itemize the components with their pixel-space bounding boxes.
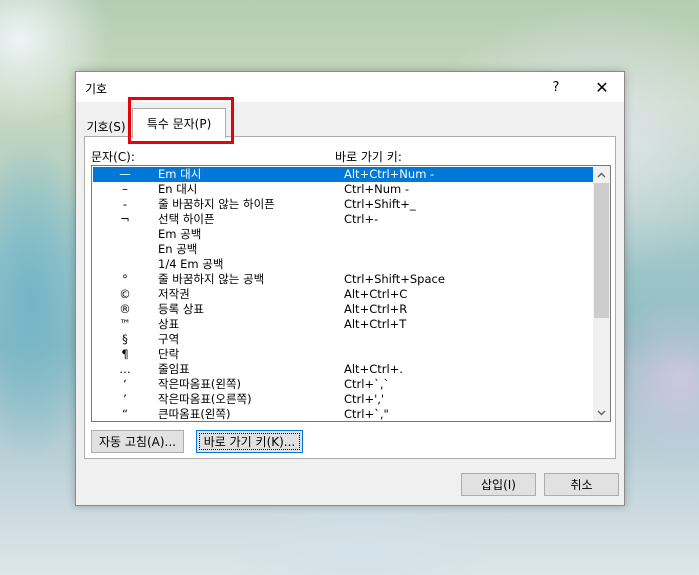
list-item[interactable]: … 줄임표 Alt+Ctrl+. bbox=[93, 362, 593, 377]
list-item-shortcut: Alt+Ctrl+C bbox=[344, 287, 408, 301]
list-item-name: 선택 하이픈 bbox=[158, 212, 215, 226]
list-item-symbol: ¬ bbox=[120, 212, 130, 226]
autocorrect-button[interactable]: 자동 고침(A)... bbox=[91, 430, 184, 453]
list-item-symbol: ™ bbox=[119, 317, 131, 331]
list-item-name: En 대시 bbox=[158, 182, 198, 196]
list-item-name: 등록 상표 bbox=[158, 302, 204, 316]
list-item[interactable]: © 저작권 Alt+Ctrl+C bbox=[93, 287, 593, 302]
list-item-symbol: — bbox=[119, 167, 131, 181]
list-item[interactable]: “ 큰따옴표(왼쪽) Ctrl+`," bbox=[93, 407, 593, 421]
list-item-symbol: ¶ bbox=[121, 347, 129, 361]
vertical-scrollbar[interactable] bbox=[593, 166, 610, 421]
list-item[interactable]: Em 공백 bbox=[93, 227, 593, 242]
cancel-button[interactable]: 취소 bbox=[544, 473, 619, 496]
list-item-shortcut: Ctrl+- bbox=[344, 212, 379, 226]
list-item-symbol: ° bbox=[122, 272, 128, 286]
list-item-name: 상표 bbox=[158, 317, 180, 331]
list-item-shortcut: Alt+Ctrl+R bbox=[344, 302, 408, 316]
dialog-title: 기호 bbox=[85, 82, 108, 96]
list-item-shortcut: Ctrl+Shift+_ bbox=[344, 197, 416, 211]
scrollbar-thumb[interactable] bbox=[594, 183, 609, 318]
list-item-symbol: ‘ bbox=[123, 377, 127, 391]
tab-symbols[interactable]: 기호(S) bbox=[83, 115, 129, 137]
characters-label: 문자(C): bbox=[91, 150, 135, 164]
list-item[interactable]: – En 대시 Ctrl+Num - bbox=[93, 182, 593, 197]
list-item-shortcut: Alt+Ctrl+T bbox=[344, 317, 407, 331]
close-icon[interactable]: ✕ bbox=[580, 72, 624, 102]
list-item[interactable]: § 구역 bbox=[93, 332, 593, 347]
shortcut-key-label: 바로 가기 키: bbox=[335, 150, 402, 164]
list-item-name: 줄임표 bbox=[158, 362, 190, 376]
help-button[interactable]: ? bbox=[534, 72, 578, 102]
list-item-shortcut: Ctrl+`,` bbox=[344, 377, 390, 391]
list-item-name: 구역 bbox=[158, 332, 180, 346]
list-item-shortcut: Ctrl+Num - bbox=[344, 182, 409, 196]
list-item[interactable]: — Em 대시 Alt+Ctrl+Num - bbox=[93, 167, 593, 182]
annotation-highlight-box bbox=[128, 97, 234, 144]
list-item-name: 큰따옴표(왼쪽) bbox=[158, 407, 231, 421]
scroll-up-icon[interactable] bbox=[593, 166, 610, 183]
list-item[interactable]: ‘ 작은따옴표(왼쪽) Ctrl+`,` bbox=[93, 377, 593, 392]
list-item-shortcut: Alt+Ctrl+. bbox=[344, 362, 403, 376]
list-item-symbol: ® bbox=[119, 302, 131, 316]
list-item[interactable]: - 줄 바꿈하지 않는 하이픈 Ctrl+Shift+_ bbox=[93, 197, 593, 212]
list-item-name: 줄 바꿈하지 않는 하이픈 bbox=[158, 197, 275, 211]
focus-rect bbox=[199, 433, 300, 450]
list-item-name: Em 대시 bbox=[158, 167, 202, 181]
shortcut-key-button[interactable]: 바로 가기 키(K)... bbox=[196, 430, 303, 453]
list-item-shortcut: Ctrl+Shift+Space bbox=[344, 272, 445, 286]
insert-button[interactable]: 삽입(I) bbox=[461, 473, 536, 496]
special-characters-list[interactable]: — Em 대시 Alt+Ctrl+Num - – En 대시 Ctrl+Num - - 줄 바… bbox=[91, 165, 611, 422]
list-item-symbol: … bbox=[119, 362, 131, 376]
list-item-name: 단락 bbox=[158, 347, 180, 361]
list-item-shortcut: Ctrl+`," bbox=[344, 407, 389, 421]
list-item-symbol: © bbox=[119, 287, 131, 301]
list-item[interactable]: ’ 작은따옴표(오른쪽) Ctrl+',' bbox=[93, 392, 593, 407]
list-item-name: En 공백 bbox=[158, 242, 198, 256]
list-item-name: 저작권 bbox=[158, 287, 190, 301]
list-item-name: 줄 바꿈하지 않는 공백 bbox=[158, 272, 265, 286]
list-item[interactable]: 1/4 Em 공백 bbox=[93, 257, 593, 272]
list-item-name: Em 공백 bbox=[158, 227, 202, 241]
list-item[interactable]: ¬ 선택 하이픈 Ctrl+- bbox=[93, 212, 593, 227]
list-item-name: 작은따옴표(왼쪽) bbox=[158, 377, 242, 391]
list-item-symbol: ’ bbox=[123, 392, 127, 406]
list-item-shortcut: Alt+Ctrl+Num - bbox=[344, 167, 435, 181]
list-item[interactable]: ™ 상표 Alt+Ctrl+T bbox=[93, 317, 593, 332]
list-item-name: 작은따옴표(오른쪽) bbox=[158, 392, 252, 406]
list-item[interactable]: ° 줄 바꿈하지 않는 공백 Ctrl+Shift+Space bbox=[93, 272, 593, 287]
list-item-symbol: § bbox=[122, 332, 128, 346]
list-item[interactable]: En 공백 bbox=[93, 242, 593, 257]
list-item-symbol: - bbox=[122, 197, 128, 211]
list-item-shortcut: Ctrl+',' bbox=[344, 392, 385, 406]
scroll-down-icon[interactable] bbox=[593, 404, 610, 421]
list-item-symbol: – bbox=[122, 182, 128, 196]
list-item-name: 1/4 Em 공백 bbox=[158, 257, 224, 271]
list-item[interactable]: ® 등록 상표 Alt+Ctrl+R bbox=[93, 302, 593, 317]
list-item[interactable]: ¶ 단락 bbox=[93, 347, 593, 362]
list-item-symbol: “ bbox=[122, 407, 128, 421]
